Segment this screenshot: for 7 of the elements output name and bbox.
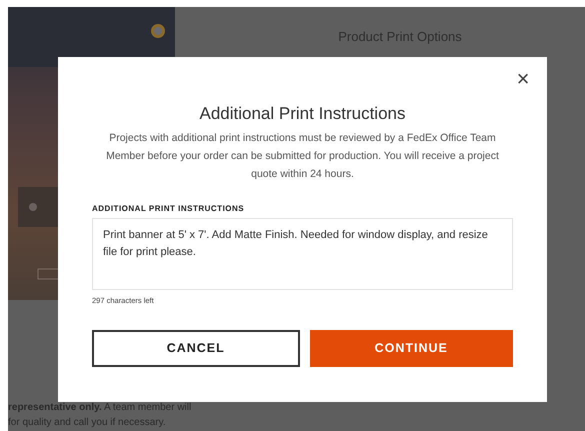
- cancel-button[interactable]: CANCEL: [92, 330, 300, 368]
- continue-button[interactable]: CONTINUE: [310, 330, 513, 368]
- dialog-title: Additional Print Instructions: [198, 103, 406, 124]
- instructions-field[interactable]: Print banner at 5' x 7'. Add Matte Finish. Needed for window display, and resize file for print please.: [92, 218, 513, 290]
- close-button[interactable]: ×: [513, 67, 533, 91]
- field-label: ADDITIONAL PRINT INSTRUCTIONS: [92, 203, 244, 215]
- dialog-description: Projects with additional print instructions must be reviewed by a FedEx Office Team Member before your order can be submitted for production. You will receive a project quote within 24 hours.: [105, 131, 500, 182]
